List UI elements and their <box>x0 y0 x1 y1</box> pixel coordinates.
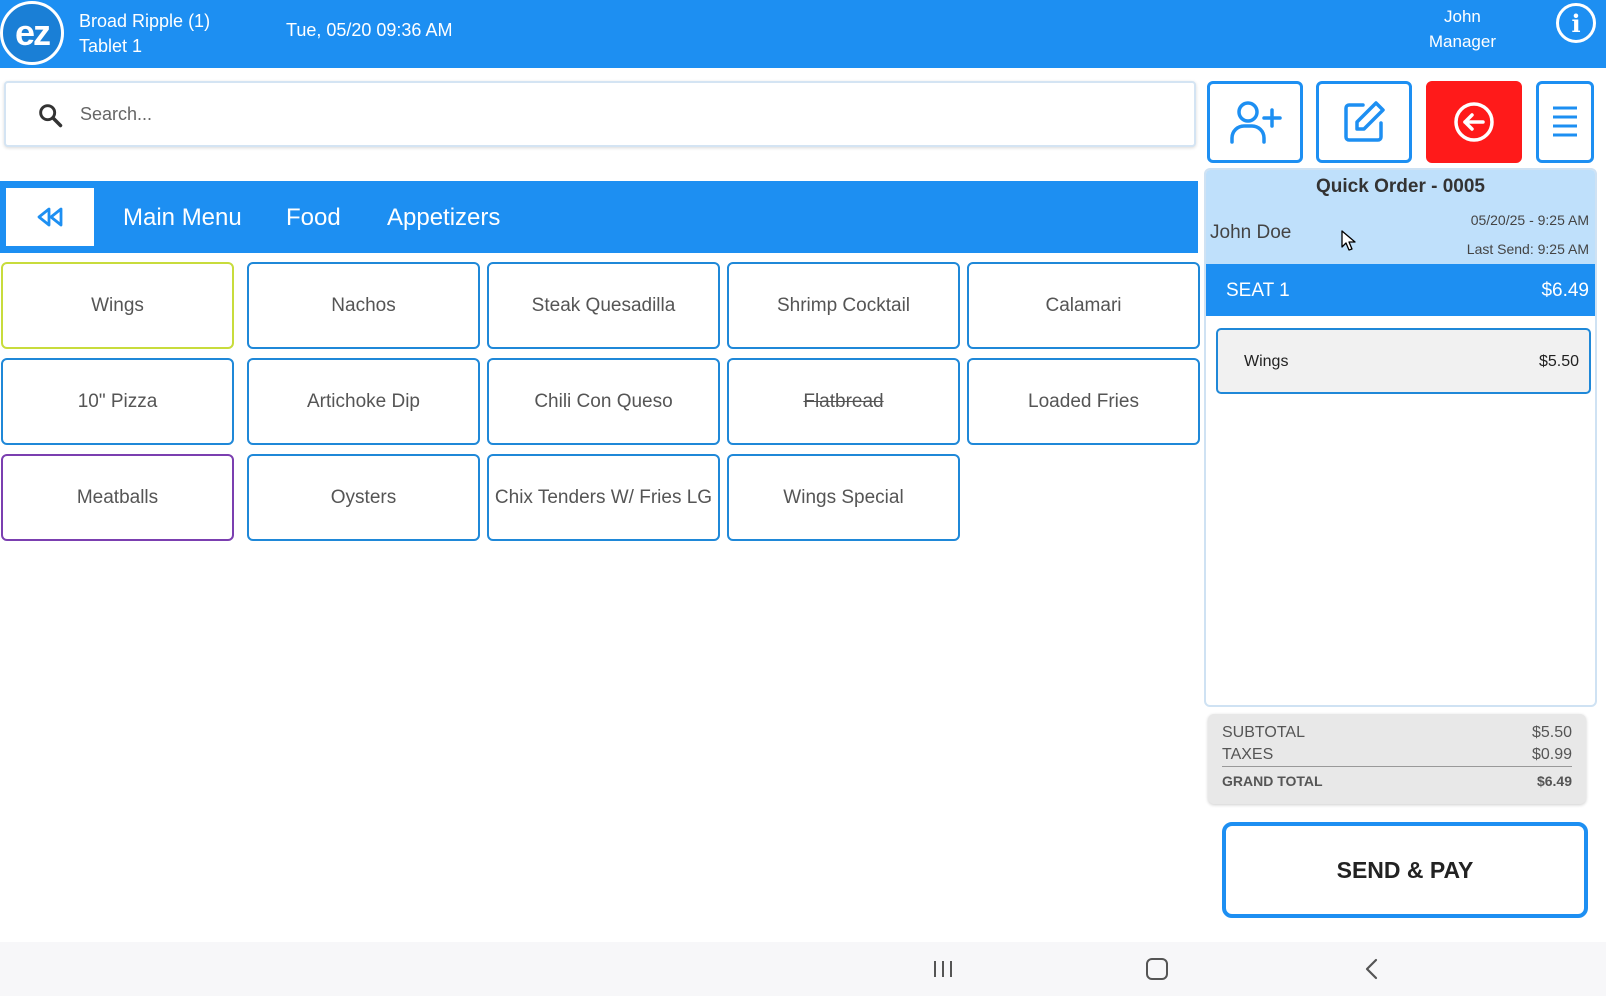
menu-item-button[interactable]: 10" Pizza <box>1 358 234 445</box>
breadcrumb-main-menu[interactable]: Main Menu <box>123 204 242 232</box>
device-name: Tablet 1 <box>79 36 143 56</box>
menu-item-label: Flatbread <box>803 390 884 412</box>
menu-item-label: Steak Quesadilla <box>531 294 676 316</box>
header-bar: ez Broad Ripple (1) Tablet 1 Tue, 05/20 … <box>0 0 1606 68</box>
menu-item-button[interactable]: Steak Quesadilla <box>487 262 720 349</box>
menu-item-button[interactable]: Nachos <box>247 262 480 349</box>
seat-label: SEAT 1 <box>1226 280 1290 301</box>
menu-icon <box>1553 106 1577 137</box>
menu-item-label: Loaded Fries <box>1028 390 1139 412</box>
location-info: Broad Ripple (1) Tablet 1 <box>79 9 210 59</box>
menu-item-button[interactable]: Wings Special <box>727 454 960 541</box>
search-input[interactable] <box>80 93 1160 135</box>
line-item-price: $5.50 <box>1538 353 1579 370</box>
menu-item-label: Shrimp Cocktail <box>776 294 911 316</box>
user-role: Manager <box>1428 32 1496 51</box>
customer-name: John Doe <box>1210 222 1292 243</box>
taxes-row: TAXES $0.99 <box>1222 746 1572 764</box>
menu-item-button[interactable]: Calamari <box>967 262 1200 349</box>
grand-total-label: GRAND TOTAL <box>1222 773 1323 789</box>
menu-item-label: Nachos <box>331 294 396 316</box>
add-customer-button[interactable] <box>1207 81 1303 163</box>
subtotal-value: $5.50 <box>1531 724 1572 741</box>
seat-row[interactable]: SEAT 1 $6.49 <box>1206 264 1595 316</box>
order-line-item[interactable]: Wings $5.50 <box>1216 328 1591 394</box>
edit-order-button[interactable] <box>1316 81 1412 163</box>
location-name: Broad Ripple (1) <box>79 11 211 31</box>
menu-item-button[interactable]: Wings <box>1 262 234 349</box>
category-bar: Main Menu Food Appetizers <box>0 181 1198 253</box>
seat-amount: $6.49 <box>1541 280 1589 301</box>
exit-order-button[interactable] <box>1426 81 1522 163</box>
app-logo: ez <box>0 1 64 65</box>
menu-item-label: Wings <box>91 294 144 316</box>
menu-item-label: 10" Pizza <box>77 390 158 412</box>
back-icon[interactable] <box>1354 954 1390 984</box>
grand-total-row: GRAND TOTAL $6.49 <box>1222 773 1572 789</box>
menu-item-label: Artichoke Dip <box>307 390 420 412</box>
mouse-cursor-icon <box>1341 230 1356 251</box>
user-info[interactable]: John Manager <box>1429 4 1496 54</box>
order-panel: Quick Order - 0005 John Doe 05/20/25 - 9… <box>1204 168 1597 707</box>
breadcrumb-food[interactable]: Food <box>286 204 341 232</box>
order-header[interactable]: Quick Order - 0005 John Doe 05/20/25 - 9… <box>1206 170 1595 264</box>
menu-item-label: Oysters <box>330 486 397 508</box>
order-totals: SUBTOTAL $5.50 TAXES $0.99 GRAND TOTAL $… <box>1208 714 1586 804</box>
menu-item-label: Chili Con Queso <box>534 390 673 412</box>
current-datetime: Tue, 05/20 09:36 AM <box>286 20 453 40</box>
grand-total-value: $6.49 <box>1536 773 1572 789</box>
subtotal-label: SUBTOTAL <box>1222 724 1305 741</box>
search-icon <box>39 104 63 128</box>
menu-item-button[interactable]: Loaded Fries <box>967 358 1200 445</box>
user-name: John <box>1444 7 1481 26</box>
menu-button[interactable] <box>1536 81 1594 163</box>
rewind-icon <box>37 207 63 227</box>
category-back-button[interactable] <box>6 188 94 246</box>
menu-item-button[interactable]: Meatballs <box>1 454 234 541</box>
add-user-icon <box>1230 101 1282 144</box>
system-nav-bar <box>0 942 1606 996</box>
info-icon[interactable]: i <box>1556 3 1596 43</box>
line-item-name: Wings <box>1244 353 1289 370</box>
menu-item-label: Meatballs <box>76 486 159 508</box>
menu-item-button[interactable]: Chili Con Queso <box>487 358 720 445</box>
order-title: Quick Order - 0005 <box>1316 176 1485 197</box>
menu-item-button[interactable]: Chix Tenders W/ Fries LG <box>487 454 720 541</box>
menu-item-button[interactable]: Oysters <box>247 454 480 541</box>
menu-item-button[interactable]: Flatbread <box>727 358 960 445</box>
totals-divider <box>1222 766 1572 767</box>
recent-apps-icon[interactable] <box>925 954 961 984</box>
breadcrumb-appetizers[interactable]: Appetizers <box>387 204 500 232</box>
subtotal-row: SUBTOTAL $5.50 <box>1222 724 1572 742</box>
menu-item-label: Calamari <box>1045 294 1122 316</box>
menu-item-label: Wings Special <box>783 486 904 508</box>
back-arrow-icon <box>1454 102 1494 142</box>
send-pay-button[interactable]: SEND & PAY <box>1222 822 1588 918</box>
taxes-label: TAXES <box>1222 746 1274 763</box>
menu-item-button[interactable]: Artichoke Dip <box>247 358 480 445</box>
search-bar <box>4 81 1196 147</box>
last-send-time: Last Send: 9:25 AM <box>1466 241 1589 257</box>
menu-item-button[interactable]: Shrimp Cocktail <box>727 262 960 349</box>
pos-app: ez Broad Ripple (1) Tablet 1 Tue, 05/20 … <box>0 0 1606 996</box>
home-icon[interactable] <box>1139 954 1175 984</box>
edit-icon <box>1344 101 1385 142</box>
order-date: 05/20/25 - 9:25 AM <box>1470 212 1589 228</box>
taxes-value: $0.99 <box>1531 746 1572 763</box>
menu-item-label: Chix Tenders W/ Fries LG <box>494 486 713 508</box>
